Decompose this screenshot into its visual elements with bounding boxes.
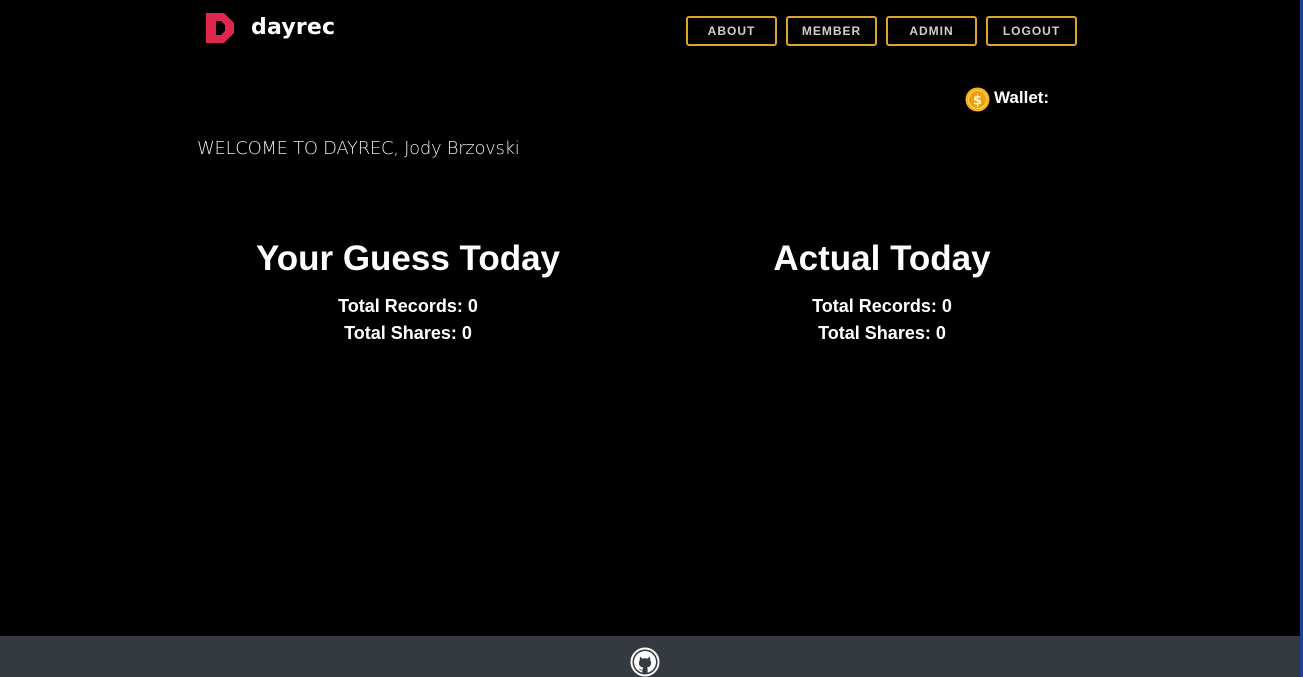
main-nav: ABOUT MEMBER ADMIN LOGOUT: [686, 16, 1077, 46]
nav-member-button[interactable]: MEMBER: [786, 16, 877, 46]
nav-logout-button[interactable]: LOGOUT: [986, 16, 1077, 46]
github-icon[interactable]: [630, 647, 660, 677]
wallet: $ Wallet:: [965, 87, 1049, 112]
dayrec-logo-icon: [206, 13, 234, 43]
nav-about-button[interactable]: ABOUT: [686, 16, 777, 46]
guess-panel-title: Your Guess Today: [255, 239, 561, 278]
wallet-label: Wallet:: [994, 87, 1050, 107]
actual-total-shares: Total Shares: 0: [818, 323, 946, 343]
actual-total-records: Total Records: 0: [812, 296, 952, 316]
guess-panel: Your Guess Today Total Records: 0 Total …: [208, 236, 608, 347]
guess-total-shares: Total Shares: 0: [344, 323, 472, 343]
actual-panel: Actual Today Total Records: 0 Total Shar…: [682, 236, 1082, 347]
svg-text:$: $: [973, 94, 982, 109]
page: dayrec ABOUT MEMBER ADMIN LOGOUT $ Walle…: [0, 0, 1300, 677]
footer: [0, 636, 1300, 677]
nav-admin-button[interactable]: ADMIN: [886, 16, 977, 46]
brand-logo-link[interactable]: dayrec: [204, 12, 335, 44]
guess-total-records: Total Records: 0: [338, 296, 478, 316]
brand-name: dayrec: [251, 14, 336, 40]
coin-icon: $: [965, 87, 990, 112]
welcome-message: WELCOME TO DAYREC, Jody Brzovski: [197, 138, 520, 159]
actual-panel-title: Actual Today: [773, 239, 991, 278]
